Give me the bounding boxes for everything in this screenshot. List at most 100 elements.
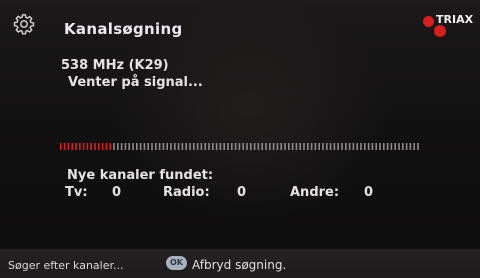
progress-segment-empty bbox=[155, 143, 157, 150]
frequency-label: 538 MHz (K29) bbox=[61, 58, 169, 73]
progress-segment-empty bbox=[413, 143, 415, 150]
footer-bar: Søger efter kanaler... OK Afbryd søgning… bbox=[0, 249, 480, 278]
cancel-scan-label: Afbryd søgning. bbox=[192, 258, 287, 272]
progress-segment-empty bbox=[348, 143, 351, 150]
progress-segment-empty bbox=[367, 143, 370, 150]
progress-segment-empty bbox=[314, 143, 317, 150]
found-channels-label: Nye kanaler fundet: bbox=[67, 168, 214, 183]
progress-segment-empty bbox=[288, 143, 290, 150]
scan-screen: Kanalsøgning TRIAX 538 MHz (K29) Venter … bbox=[0, 0, 480, 278]
progress-segment-empty bbox=[291, 143, 294, 150]
progress-segment-empty bbox=[326, 143, 328, 150]
progress-segment-empty bbox=[181, 143, 184, 150]
scan-progress-bar bbox=[60, 143, 419, 150]
progress-segment-empty bbox=[117, 143, 119, 150]
ok-button[interactable]: OK bbox=[166, 256, 187, 270]
logo-dot-upper bbox=[423, 16, 434, 27]
progress-segment-filled bbox=[63, 143, 66, 150]
progress-segment-empty bbox=[158, 143, 161, 150]
progress-segment-filled bbox=[98, 143, 100, 150]
progress-segment-filled bbox=[105, 143, 108, 150]
progress-segment-empty bbox=[307, 143, 309, 150]
progress-segment-filled bbox=[71, 143, 73, 150]
progress-segment-empty bbox=[341, 143, 343, 150]
progress-segment-filled bbox=[94, 143, 96, 150]
progress-segment-empty bbox=[227, 143, 229, 150]
progress-segment-empty bbox=[250, 143, 252, 150]
triax-logo: TRIAX bbox=[420, 10, 476, 40]
progress-segment-empty bbox=[200, 143, 203, 150]
progress-segment-empty bbox=[143, 143, 146, 150]
progress-segment-empty bbox=[170, 143, 172, 150]
progress-segment-empty bbox=[246, 143, 248, 150]
progress-segment-empty bbox=[284, 143, 286, 150]
progress-segment-empty bbox=[337, 143, 339, 150]
progress-segment-empty bbox=[345, 143, 347, 150]
footer-status: Søger efter kanaler... bbox=[8, 259, 124, 272]
progress-segment-empty bbox=[402, 143, 404, 150]
progress-segment-empty bbox=[128, 143, 130, 150]
progress-segment-empty bbox=[242, 143, 244, 150]
progress-segment-empty bbox=[162, 143, 165, 150]
progress-segment-filled bbox=[101, 143, 104, 150]
progress-segment-empty bbox=[310, 143, 313, 150]
progress-segment-empty bbox=[295, 143, 298, 150]
progress-segment-empty bbox=[212, 143, 214, 150]
tv-count: 0 bbox=[112, 185, 122, 200]
progress-segment-empty bbox=[375, 143, 377, 150]
progress-segment-empty bbox=[196, 143, 199, 150]
progress-segment-empty bbox=[379, 143, 381, 150]
tv-label: Tv: bbox=[65, 185, 88, 200]
progress-segment-empty bbox=[204, 143, 206, 150]
progress-segment-empty bbox=[113, 143, 115, 150]
progress-segment-empty bbox=[257, 143, 260, 150]
progress-segment-empty bbox=[166, 143, 168, 150]
progress-segment-empty bbox=[231, 143, 233, 150]
progress-segment-empty bbox=[356, 143, 358, 150]
progress-segment-empty bbox=[219, 143, 222, 150]
header-bar: Kanalsøgning TRIAX bbox=[0, 0, 480, 46]
progress-segment-empty bbox=[265, 143, 267, 150]
other-label: Andre: bbox=[290, 185, 340, 200]
progress-segment-empty bbox=[120, 143, 123, 150]
progress-segment-filled bbox=[67, 143, 70, 150]
progress-segment-empty bbox=[299, 143, 301, 150]
progress-segment-empty bbox=[238, 143, 241, 150]
channel-counts: Tv: 0 Radio: 0 Andre: 0 bbox=[65, 185, 395, 203]
progress-segment-empty bbox=[193, 143, 195, 150]
progress-segment-empty bbox=[405, 143, 408, 150]
progress-segment-empty bbox=[272, 143, 275, 150]
progress-segment-empty bbox=[139, 143, 142, 150]
progress-segment-empty bbox=[318, 143, 320, 150]
progress-segment-empty bbox=[322, 143, 324, 150]
progress-segment-empty bbox=[360, 143, 362, 150]
logo-text: TRIAX bbox=[436, 13, 474, 26]
radio-label: Radio: bbox=[163, 185, 210, 200]
progress-segment-empty bbox=[189, 143, 191, 150]
progress-segment-empty bbox=[280, 143, 282, 150]
page-title: Kanalsøgning bbox=[64, 20, 183, 38]
progress-segment-empty bbox=[174, 143, 176, 150]
progress-segment-empty bbox=[276, 143, 279, 150]
progress-segment-empty bbox=[364, 143, 366, 150]
radio-count: 0 bbox=[237, 185, 247, 200]
progress-segment-empty bbox=[215, 143, 218, 150]
progress-segment-filled bbox=[82, 143, 85, 150]
progress-segment-empty bbox=[269, 143, 271, 150]
progress-segment-filled bbox=[86, 143, 89, 150]
progress-segment-empty bbox=[223, 143, 225, 150]
progress-segment-empty bbox=[394, 143, 396, 150]
progress-segment-filled bbox=[79, 143, 81, 150]
progress-segment-empty bbox=[177, 143, 180, 150]
progress-segment-empty bbox=[185, 143, 187, 150]
progress-segment-empty bbox=[386, 143, 389, 150]
progress-segment-empty bbox=[136, 143, 138, 150]
progress-segment-empty bbox=[253, 143, 256, 150]
progress-segment-filled bbox=[90, 143, 92, 150]
signal-status: Venter på signal... bbox=[68, 75, 203, 90]
progress-segment-empty bbox=[383, 143, 385, 150]
progress-segment-empty bbox=[303, 143, 305, 150]
progress-segment-empty bbox=[124, 143, 127, 150]
progress-segment-filled bbox=[60, 143, 62, 150]
progress-segment-empty bbox=[390, 143, 393, 150]
